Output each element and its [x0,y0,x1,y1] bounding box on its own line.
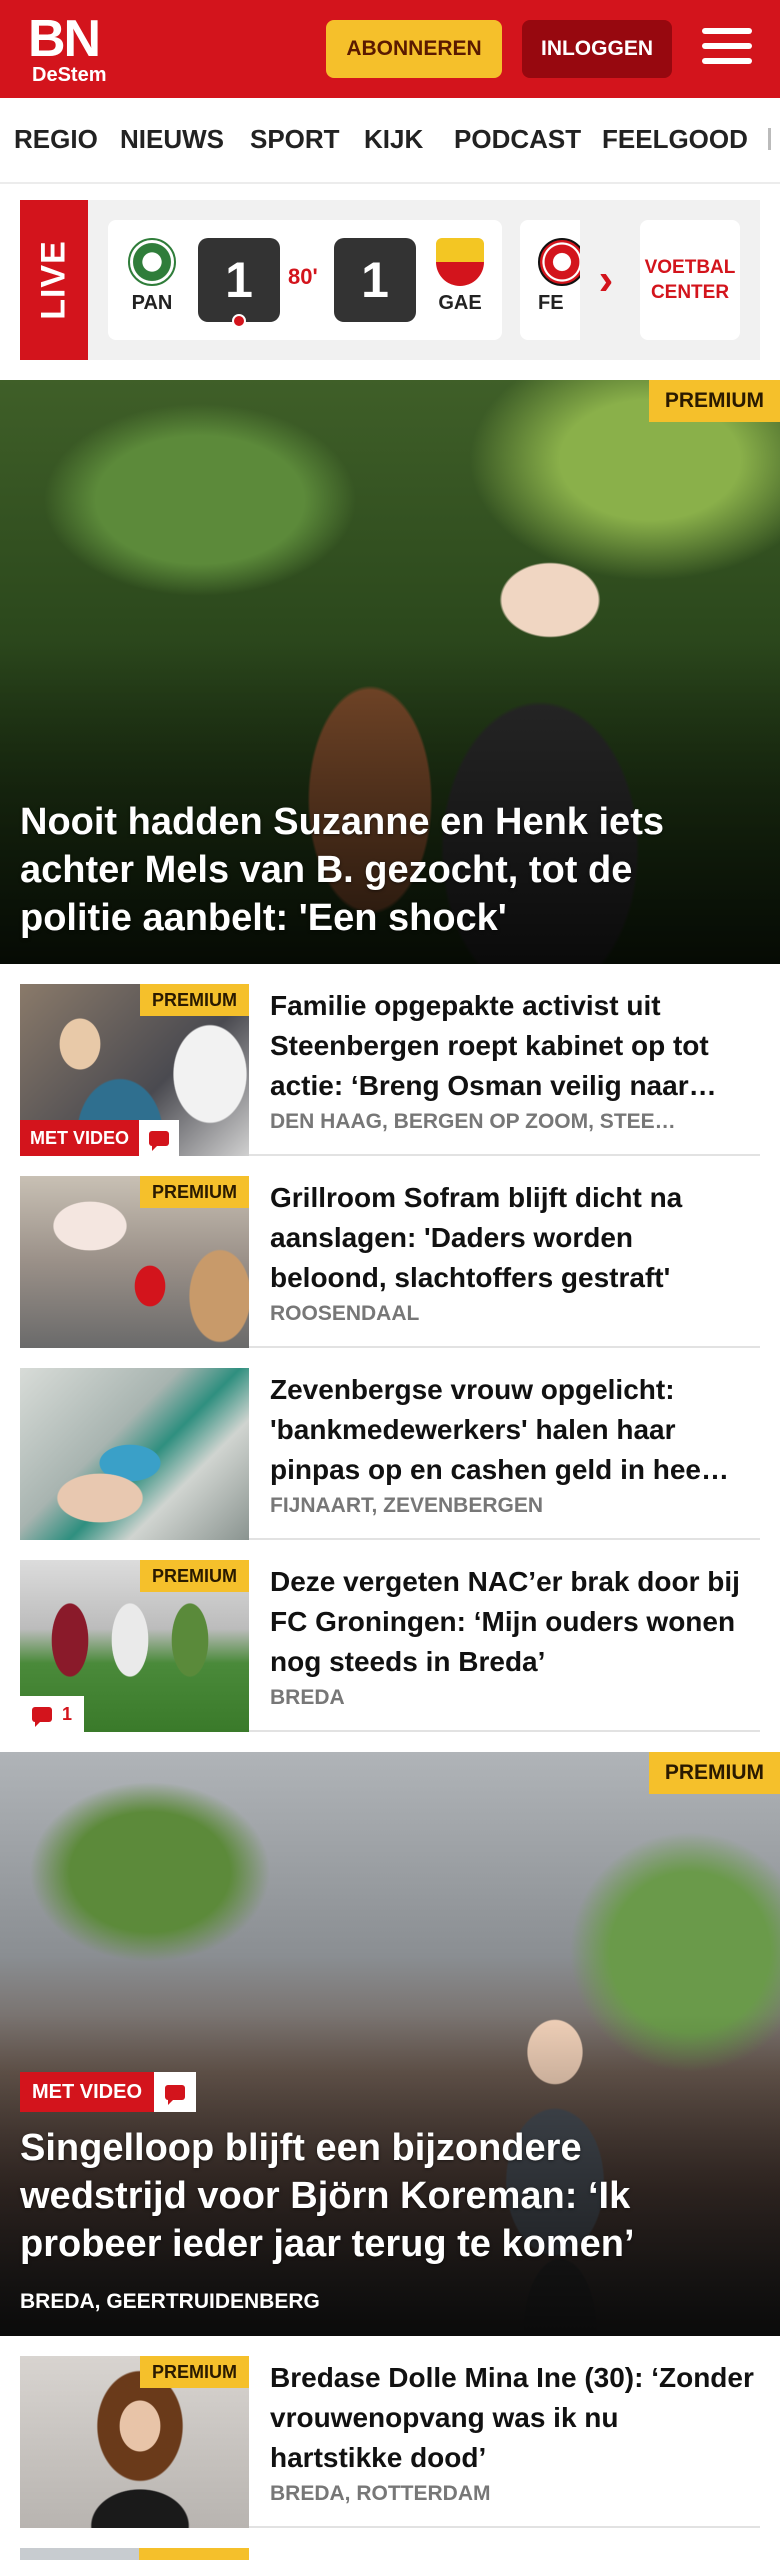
hero-article-2-location: BREDA, GEERTRUIDENBERG [20,2290,320,2313]
met-video-badge: MET VIDEO [20,1120,180,1156]
list-article-2[interactable]: PREMIUM Grillroom Sofram blijft dicht na… [20,1176,760,1348]
next-match-card[interactable]: FE [520,220,580,340]
comment-count-badge: 1 [20,1696,85,1732]
list-article-1-location: DEN HAAG, BERGEN OP ZOOM, STEE… [270,1110,676,1133]
logo-main: BN [28,10,101,68]
section-nav: REGIO NIEUWS SPORT KIJK PODCAST FEELGOOD [0,98,780,184]
away-team-crest-icon [436,238,484,286]
home-score: 1 [198,238,280,322]
list-article-2-title[interactable]: Grillroom Sofram blijft dicht na aanslag… [270,1178,756,1298]
hero-article-2[interactable]: PREMIUM MET VIDEO Singelloop blijft een … [0,1752,780,2336]
list-article-3-location: FIJNAART, ZEVENBERGEN [270,1494,544,1517]
list-article-1-thumbnail: PREMIUM MET VIDEO [20,984,249,1156]
premium-badge: PREMIUM [140,1560,249,1592]
subscribe-button[interactable]: ABONNEREN [326,20,502,78]
voetbal-center-button[interactable]: VOETBAL CENTER [640,220,740,340]
match-minute: 80' [288,264,318,289]
comment-icon [154,2072,197,2112]
list-article-3-title[interactable]: Zevenbergse vrouw opgelicht: 'bankmedewe… [270,1370,756,1490]
comment-icon [32,1706,52,1727]
live-indicator-icon [232,314,246,328]
list-article-5-title[interactable]: Bredase Dolle Mina Ine (30): ‘Zonder vro… [270,2358,756,2478]
nav-item-nieuws[interactable]: NIEUWS [120,124,224,155]
list-article-3[interactable]: Zevenbergse vrouw opgelicht: 'bankmedewe… [20,1368,760,1540]
comment-count: 1 [62,1703,73,1724]
premium-badge: PREMIUM [140,2356,249,2388]
live-label-text: LIVE [34,240,73,320]
away-score: 1 [334,238,416,322]
hero-article-1[interactable]: PREMIUM Nooit hadden Suzanne en Henk iet… [0,380,780,964]
list-article-2-thumbnail: PREMIUM [20,1176,249,1348]
list-article-5[interactable]: PREMIUM Bredase Dolle Mina Ine (30): ‘Zo… [20,2356,760,2528]
nav-item-regio[interactable]: REGIO [14,124,98,155]
list-article-1[interactable]: PREMIUM MET VIDEO Familie opgepakte acti… [20,984,760,1156]
top-header: BN DeStem ABONNEREN INLOGGEN [0,0,780,98]
premium-badge: PREMIUM [140,984,249,1016]
premium-badge: PREMIUM [648,1752,780,1794]
live-label: LIVE [20,200,88,360]
list-article-4-location: BREDA [270,1686,345,1709]
met-video-label: MET VIDEO [20,2072,155,2112]
met-video-label: MET VIDEO [20,1120,140,1156]
site-logo[interactable]: BN DeStem [28,10,124,86]
next-home-team: FE [538,238,580,315]
met-video-badge: MET VIDEO [20,2072,197,2112]
live-match-card[interactable]: PAN 1 80' 1 GAE [108,220,502,340]
next-team-crest-icon [538,238,580,286]
away-team: GAE [430,238,490,315]
nav-item-podcast[interactable]: PODCAST [454,124,581,155]
nav-item-sport[interactable]: SPORT [250,124,340,155]
hero-article-2-title[interactable]: Singelloop blijft een bijzondere wedstri… [20,2124,750,2268]
comment-icon [139,1120,180,1156]
list-article-1-title[interactable]: Familie opgepakte activist uit Steenberg… [270,986,756,1106]
live-scores-widget: LIVE PAN 1 80' 1 GAE FE › VOETBAL CENTER [20,200,760,360]
list-article-2-location: ROOSENDAAL [270,1302,420,1325]
logo-sub: DeStem [32,64,107,86]
premium-badge-partial [139,2548,249,2560]
list-article-4-thumbnail: PREMIUM 1 [20,1560,249,1732]
list-article-4[interactable]: PREMIUM 1 Deze vergeten NAC’er brak door… [20,1560,760,1732]
menu-icon[interactable] [702,28,752,70]
next-home-team-name: FE [538,292,564,314]
home-team-name: PAN [131,292,173,314]
list-article-5-thumbnail: PREMIUM [20,2356,249,2528]
list-article-5-location: BREDA, ROTTERDAM [270,2482,491,2505]
nav-overflow-divider [768,128,771,150]
next-article-thumbnail-partial [20,2548,249,2560]
list-article-4-title[interactable]: Deze vergeten NAC’er brak door bij FC Gr… [270,1562,756,1682]
premium-badge: PREMIUM [648,380,780,422]
nav-item-kijk[interactable]: KIJK [364,124,423,155]
nav-item-feelgood[interactable]: FEELGOOD [602,124,748,155]
chevron-right-icon[interactable]: › [586,250,626,310]
home-team-crest-icon [128,238,176,286]
hero-article-1-title[interactable]: Nooit hadden Suzanne en Henk iets achter… [20,798,750,942]
login-button[interactable]: INLOGGEN [522,20,672,78]
list-article-3-thumbnail [20,1368,249,1540]
away-team-name: GAE [438,292,482,314]
home-team: PAN [122,238,182,315]
premium-badge: PREMIUM [140,1176,249,1208]
